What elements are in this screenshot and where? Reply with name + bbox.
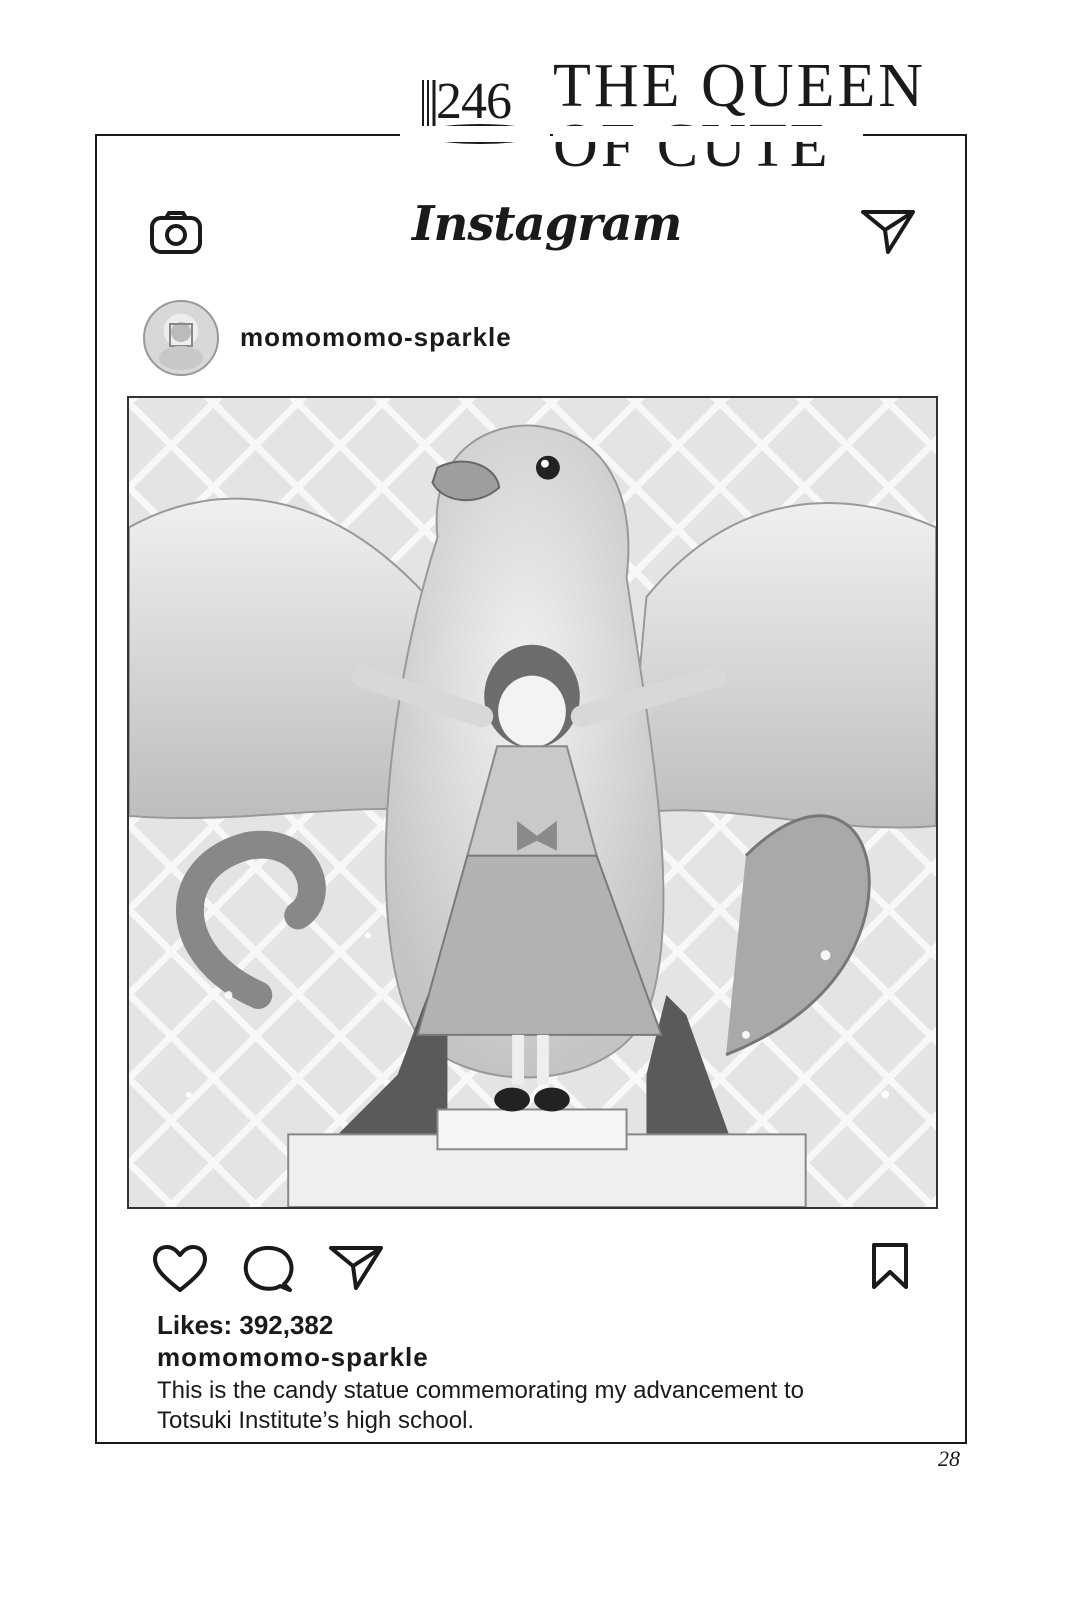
frame-gap (553, 126, 863, 142)
paper-plane-icon[interactable] (860, 208, 916, 256)
bookmark-icon[interactable] (870, 1242, 910, 1290)
send-icon[interactable] (328, 1244, 384, 1292)
avatar[interactable] (143, 300, 219, 376)
post-image[interactable] (127, 396, 938, 1209)
page-number: 28 (938, 1446, 960, 1471)
chapter-title-line1: THE QUEEN (553, 52, 927, 120)
caption-username[interactable]: momomomo-sparkle (157, 1342, 429, 1373)
post-username[interactable]: momomomo-sparkle (240, 322, 512, 353)
caption-text: This is the candy statue commemorating m… (157, 1377, 804, 1434)
chapter-number: 246 (436, 73, 512, 130)
heart-icon[interactable] (152, 1244, 208, 1294)
camera-icon[interactable] (150, 210, 202, 254)
app-brand-logo: Instagram (412, 196, 682, 252)
frame-gap (400, 126, 550, 142)
likes-count: Likes: 392,382 (157, 1310, 334, 1340)
comment-bubble-icon[interactable] (240, 1244, 296, 1294)
